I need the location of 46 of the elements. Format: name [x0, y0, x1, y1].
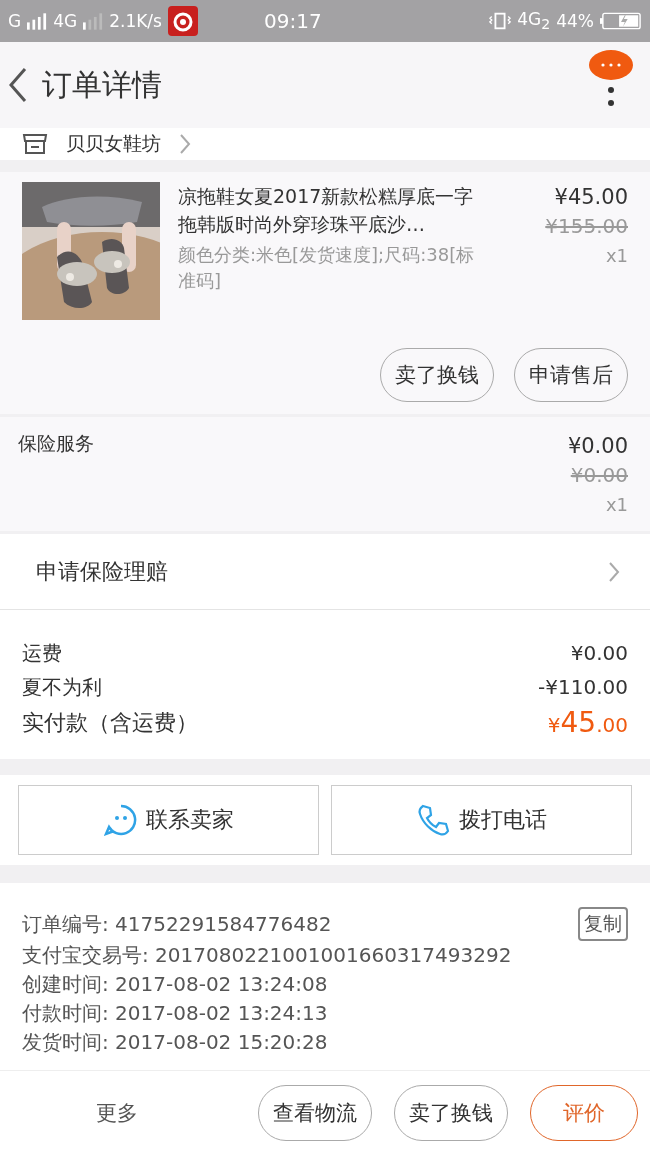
quantity: x1	[605, 244, 628, 268]
battery-icon	[600, 11, 642, 31]
order-detail: 支付宝交易号: 2017080221001001660317493292	[22, 942, 512, 969]
chat-face-icon	[103, 803, 138, 837]
insurance-name: 保险服务	[18, 431, 94, 456]
order-detail: 创建时间: 2017-08-02 13:24:08	[22, 971, 328, 998]
claim-row[interactable]: 申请保险理赔	[0, 534, 650, 610]
network-label: 4G	[53, 11, 78, 31]
product-price: ¥45.00	[554, 184, 628, 211]
shop-name[interactable]: 贝贝女鞋坊	[66, 131, 161, 157]
page-title: 订单详情	[42, 65, 162, 104]
chevron-icon[interactable]	[179, 133, 191, 155]
phone-icon	[416, 803, 451, 837]
total-label: 实付款（含运费）	[22, 708, 198, 737]
order-detail: 付款时间: 2017-08-02 13:24:13	[22, 1000, 328, 1027]
store-icon	[22, 133, 48, 155]
cost-value: -¥110.00	[538, 674, 628, 701]
network-label: 4G$_{2}$	[517, 9, 551, 33]
original-price: ¥155.00	[545, 213, 628, 240]
copy-button[interactable]: 复制	[578, 907, 628, 941]
signal-icon	[83, 12, 104, 30]
order-detail: 发货时间: 2017-08-02 15:20:28	[22, 1029, 328, 1056]
speed-label: 2.1K/s	[109, 11, 162, 31]
battery-percent: 44%	[556, 11, 594, 31]
signal-label: G	[8, 11, 22, 31]
cost-label: 运费	[22, 640, 62, 667]
product-variant: 颜色分类:米色[发货速度];尺码:38[标准码]	[178, 243, 476, 293]
signal-icon	[27, 12, 48, 30]
total-amount: ¥45.00	[547, 706, 628, 739]
vibrate-icon	[489, 11, 512, 31]
cost-label: 夏不为利	[22, 674, 102, 701]
original-price: ¥0.00	[570, 462, 628, 489]
contact-button[interactable]: 联系卖家	[18, 785, 319, 855]
app-icon	[167, 6, 198, 36]
cost-value: ¥0.00	[570, 640, 628, 667]
insurance-price: ¥0.00	[567, 433, 628, 460]
quantity: x1	[605, 493, 628, 517]
claim-label: 申请保险理赔	[36, 557, 168, 586]
order-detail: 订单编号: 41752291584776482	[22, 910, 332, 938]
more-link[interactable]: 更多	[96, 1099, 138, 1127]
call-button[interactable]: 拨打电话	[331, 785, 632, 855]
more-icon[interactable]	[588, 48, 634, 108]
chevron-icon	[608, 560, 620, 583]
clock-time: 09:17	[263, 9, 322, 33]
product-title[interactable]: 凉拖鞋女夏2017新款松糕厚底一字拖韩版时尚外穿珍珠平底沙…	[178, 182, 490, 238]
back-icon[interactable]	[8, 67, 28, 103]
